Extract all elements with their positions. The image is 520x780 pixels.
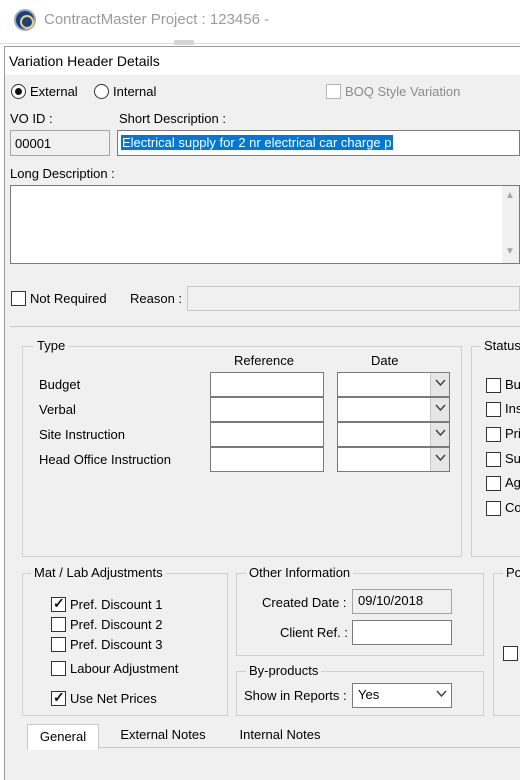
- external-radio[interactable]: [11, 84, 26, 99]
- status-checkbox-6[interactable]: [486, 501, 501, 516]
- verbal-date-picker[interactable]: [337, 397, 450, 422]
- status-checkbox-1[interactable]: [486, 378, 501, 393]
- reason-field: [187, 286, 520, 311]
- chevron-down-icon[interactable]: [430, 448, 449, 471]
- pref-discount-2-checkbox[interactable]: [51, 617, 66, 632]
- show-in-reports-value: Yes: [358, 687, 380, 702]
- internal-radio[interactable]: [94, 84, 109, 99]
- created-date-label: Created Date :: [262, 595, 347, 610]
- head-office-reference-input[interactable]: [210, 447, 324, 472]
- status-checkbox-4[interactable]: [486, 452, 501, 467]
- chevron-down-icon[interactable]: [430, 423, 449, 446]
- short-description-value: Electrical supply for 2 nr electrical ca…: [121, 135, 393, 150]
- status-checkbox-2[interactable]: [486, 402, 501, 417]
- status-label-6: Co: [505, 500, 520, 515]
- long-description-input[interactable]: ▲ ▼: [10, 185, 520, 264]
- not-required-checkbox[interactable]: [11, 291, 26, 306]
- head-office-date-picker[interactable]: [337, 447, 450, 472]
- type-verbal-label: Verbal: [39, 402, 76, 417]
- verbal-reference-input[interactable]: [210, 397, 324, 422]
- status-label-2: Ins: [505, 401, 520, 416]
- pref-discount-3-label[interactable]: Pref. Discount 3: [70, 637, 163, 652]
- partial-group-title: Po: [503, 565, 520, 580]
- created-date-field: 09/10/2018: [352, 589, 452, 614]
- type-site-instruction-label: Site Instruction: [39, 427, 125, 442]
- vo-id-field: 00001: [10, 130, 110, 156]
- type-group-title: Type: [34, 338, 69, 353]
- partial-group: [493, 573, 520, 716]
- pref-discount-2-label[interactable]: Pref. Discount 2: [70, 617, 163, 632]
- use-net-prices-checkbox[interactable]: [51, 689, 66, 706]
- dialog-title: Variation Header Details: [9, 53, 160, 69]
- byproducts-title: By-products: [246, 663, 322, 678]
- reference-column-header: Reference: [234, 353, 294, 368]
- status-checkbox-3[interactable]: [486, 427, 501, 442]
- chevron-down-icon[interactable]: [430, 398, 449, 421]
- scroll-down-icon[interactable]: ▼: [505, 246, 515, 257]
- adjustments-group-title: Mat / Lab Adjustments: [31, 565, 166, 580]
- tab-internal-notes[interactable]: Internal Notes: [228, 724, 332, 748]
- date-column-header: Date: [371, 353, 399, 368]
- reason-label: Reason :: [130, 291, 183, 306]
- pref-discount-3-checkbox[interactable]: [51, 637, 66, 652]
- partial-group-checkbox[interactable]: [503, 646, 518, 661]
- boq-style-checkbox[interactable]: [326, 84, 341, 99]
- show-in-reports-select[interactable]: Yes: [352, 683, 452, 708]
- long-description-scrollbar[interactable]: ▲ ▼: [502, 186, 519, 263]
- tab-external-notes[interactable]: External Notes: [108, 724, 218, 748]
- status-label-3: Pri: [505, 426, 520, 441]
- internal-label[interactable]: Internal: [113, 84, 156, 99]
- title-bar-notch: [174, 40, 194, 45]
- labour-adjustment-label[interactable]: Labour Adjustment: [70, 661, 178, 676]
- type-head-office-label: Head Office Instruction: [39, 452, 171, 467]
- budget-date-picker[interactable]: [337, 372, 450, 397]
- app-logo-icon: [14, 9, 36, 31]
- chevron-down-icon[interactable]: [430, 373, 449, 396]
- show-in-reports-label: Show in Reports :: [244, 688, 347, 703]
- other-information-title: Other Information: [246, 565, 354, 580]
- long-description-label: Long Description :: [10, 166, 115, 181]
- tab-strip-line: [99, 747, 520, 748]
- short-description-label: Short Description :: [119, 111, 226, 126]
- chevron-down-icon[interactable]: [432, 684, 451, 707]
- vo-id-label: VO ID :: [10, 111, 53, 126]
- tab-general[interactable]: General: [27, 724, 99, 750]
- not-required-label[interactable]: Not Required: [30, 291, 107, 306]
- created-date-value: 09/10/2018: [358, 593, 424, 608]
- status-label-4: Su: [505, 451, 520, 466]
- use-net-prices-label[interactable]: Use Net Prices: [70, 691, 157, 706]
- pref-discount-1-checkbox[interactable]: [51, 595, 66, 612]
- client-ref-label: Client Ref. :: [280, 625, 348, 640]
- site-instruction-reference-input[interactable]: [210, 422, 324, 447]
- external-label[interactable]: External: [30, 84, 78, 99]
- site-instruction-date-picker[interactable]: [337, 422, 450, 447]
- labour-adjustment-checkbox[interactable]: [51, 661, 66, 676]
- type-budget-label: Budget: [39, 377, 81, 392]
- scroll-up-icon[interactable]: ▲: [505, 190, 515, 201]
- status-checkbox-5[interactable]: [486, 476, 501, 491]
- status-group-title: Status: [481, 338, 520, 353]
- boq-style-label: BOQ Style Variation: [345, 84, 461, 99]
- status-label-5: Ag: [505, 475, 520, 490]
- section-divider: [10, 326, 520, 327]
- status-label-1: Bu: [505, 377, 520, 392]
- budget-reference-input[interactable]: [210, 372, 324, 397]
- app-title: ContractMaster Project : 123456 -: [44, 11, 270, 28]
- vo-id-value: 00001: [15, 136, 52, 151]
- short-description-input[interactable]: Electrical supply for 2 nr electrical ca…: [117, 130, 520, 156]
- client-ref-input[interactable]: [352, 620, 452, 645]
- pref-discount-1-label[interactable]: Pref. Discount 1: [70, 597, 163, 612]
